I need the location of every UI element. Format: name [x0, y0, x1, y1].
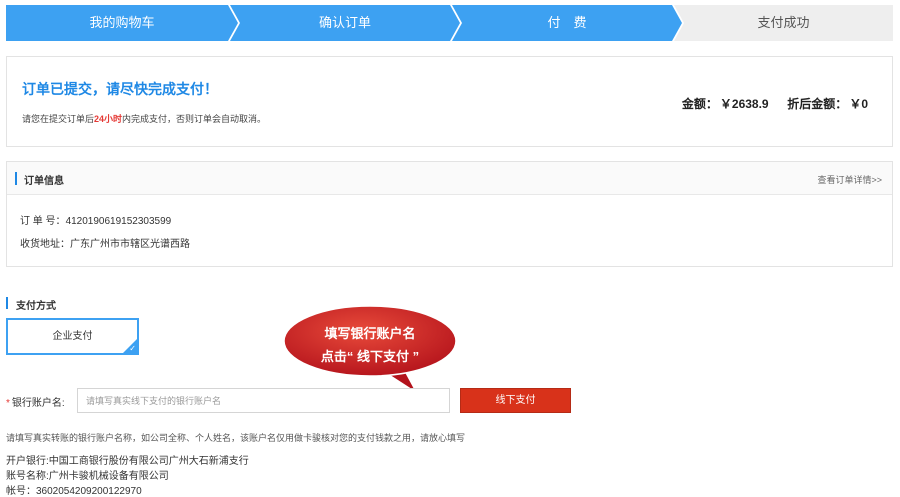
submit-note: 请您在提交订单后24小时内完成支付，否则订单会自动取消。	[22, 112, 266, 125]
address-label: 收货地址：	[20, 239, 70, 250]
step-success: 支付成功	[674, 5, 893, 41]
required-mark: *	[6, 398, 10, 409]
callout-line-1: 填写银行账户名	[324, 326, 416, 341]
order-number-label: 订 单 号：	[20, 216, 66, 227]
check-icon: ✓	[129, 344, 136, 353]
offline-payment-button[interactable]: 线下支付	[460, 388, 571, 413]
bank-account-label-text: 银行账户名:	[11, 398, 65, 409]
enterprise-payment-option[interactable]: 企业支付 ✓	[6, 318, 139, 355]
note-before: 请您在提交订单后	[22, 114, 95, 124]
amount-value: ￥2638.9	[719, 97, 769, 111]
step-cart[interactable]: 我的购物车	[6, 5, 238, 41]
step-cart-label: 我的购物车	[89, 15, 155, 30]
order-info-title: 订单信息	[24, 176, 64, 187]
account-holder-line: 账号名称:广州卡骏机械设备有限公司	[6, 471, 169, 482]
note-after: 内完成支付，否则订单会自动取消。	[122, 114, 267, 124]
step-confirm-label: 确认订单	[318, 15, 371, 30]
view-order-details-link[interactable]: 查看订单详情>>	[817, 173, 882, 186]
order-info-header: 订单信息 查看订单详情>>	[7, 162, 892, 195]
section-marker	[15, 172, 17, 185]
discount-label: 折后金额：	[787, 97, 848, 111]
payment-option-label: 企业支付	[52, 331, 93, 342]
amount-label: 金额：	[681, 97, 718, 111]
step-pay: 付 费	[452, 5, 682, 41]
bank-account-name-input[interactable]	[77, 388, 450, 413]
order-number-row: 订 单 号：4120190619152303599	[20, 212, 171, 227]
note-deadline: 24小时	[94, 114, 123, 124]
order-submitted-panel: 订单已提交，请尽快完成支付！ 请您在提交订单后24小时内完成支付，否则订单会自动…	[6, 56, 893, 147]
bank-account-label: * 银行账户名:	[6, 394, 65, 409]
step-success-label: 支付成功	[757, 15, 810, 30]
account-number-line: 帐号：3602054209200122970	[6, 486, 142, 497]
callout-line-2: 点击“ 线下支付 ”	[320, 349, 420, 364]
discount-value: ￥0	[849, 97, 868, 111]
shipping-address: 广东广州市市辖区光谱西路	[70, 239, 190, 250]
order-number: 4120190619152303599	[65, 216, 172, 227]
step-confirm-order[interactable]: 确认订单	[230, 5, 460, 41]
checkout-steps: 我的购物车 确认订单 付 费 支付成功	[6, 5, 893, 41]
order-info-panel: 订单信息 查看订单详情>> 订 单 号：4120190619152303599 …	[6, 161, 893, 267]
shipping-address-row: 收货地址：广东广州市市辖区光谱西路	[20, 235, 190, 250]
instruction-callout: 填写银行账户名 点击“ 线下支付 ”	[281, 303, 459, 391]
bank-name-line: 开户银行:中国工商银行股份有限公司广州大石新浦支行	[6, 456, 249, 467]
submit-title: 订单已提交，请尽快完成支付！	[22, 81, 218, 97]
account-name-hint: 请填写真实转账的银行账户名称，如公司全称、个人姓名，该账户名仅用做卡骏核对您的支…	[6, 433, 466, 443]
amount-summary: 金额： ￥2638.9 折后金额： ￥0	[680, 95, 868, 112]
payment-method-title: 支付方式	[16, 301, 56, 312]
section-marker	[6, 297, 8, 309]
step-pay-label: 付 费	[547, 15, 587, 30]
